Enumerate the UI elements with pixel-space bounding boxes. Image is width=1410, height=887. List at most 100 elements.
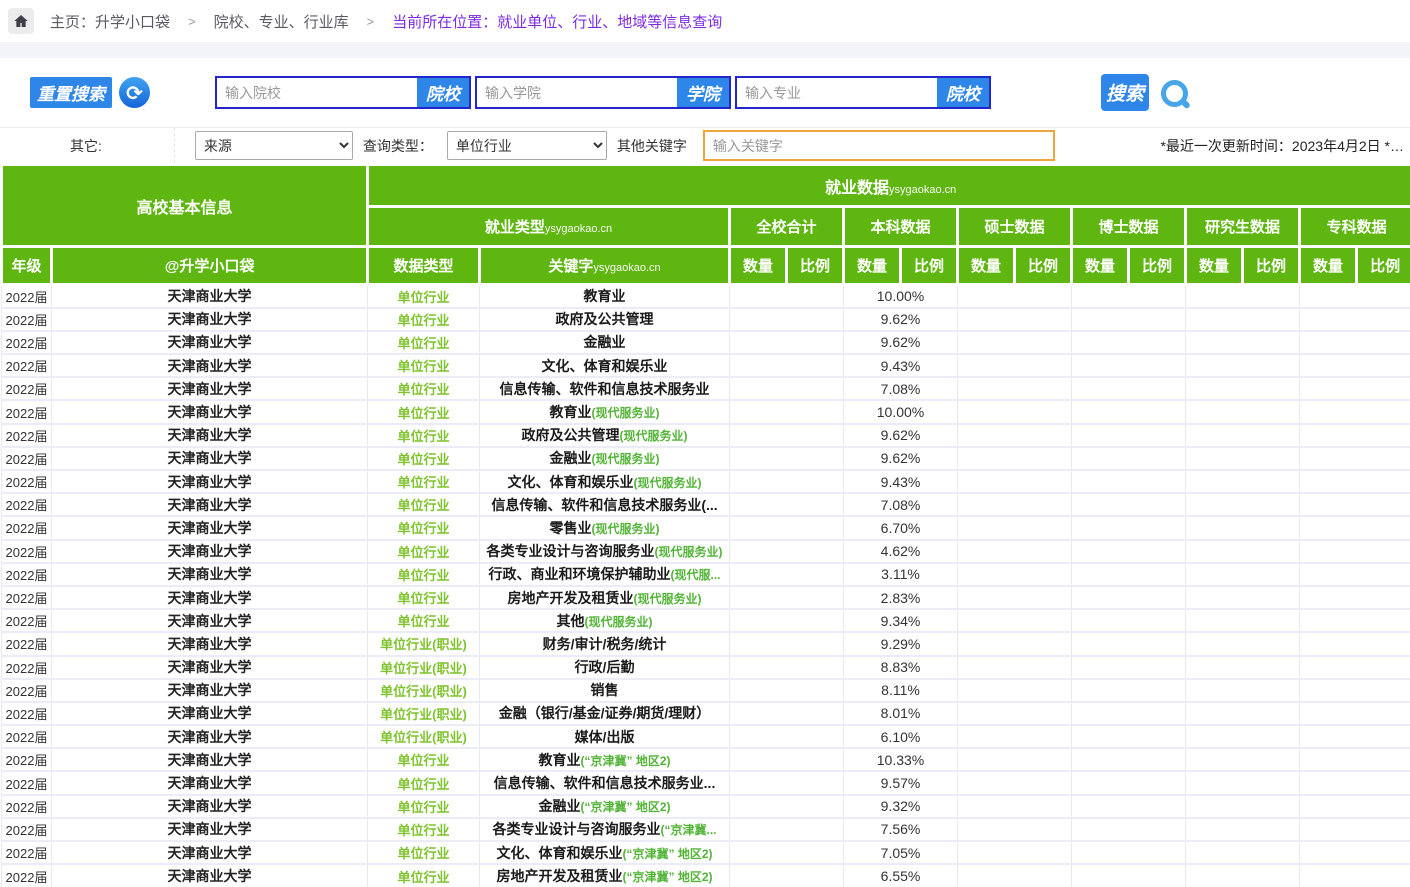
keyword-suffix: (现代服务业): [634, 476, 702, 490]
cell-group-value: [1300, 702, 1410, 725]
cell-keyword: 金融（银行/基金/证券/期货/理财）: [480, 702, 730, 725]
header-group: 博士数据: [1072, 207, 1186, 247]
table-row: 2022届天津商业大学单位行业文化、体育和娱乐业9.43%: [2, 354, 1410, 377]
cell-group-value: [730, 377, 844, 400]
search-icon[interactable]: [1161, 80, 1187, 106]
keyword-suffix: (现代服...: [671, 568, 721, 582]
cell-school: 天津商业大学: [52, 632, 368, 655]
cell-group-value: [1072, 725, 1186, 748]
home-icon[interactable]: [8, 8, 34, 34]
cell-group-value: [1300, 424, 1410, 447]
search-button[interactable]: 搜索: [1101, 74, 1149, 111]
cell-group-value: [730, 609, 844, 632]
cell-group-value: [1186, 771, 1300, 794]
cell-school: 天津商业大学: [52, 841, 368, 864]
cell-group-value: 9.62%: [844, 331, 958, 354]
cell-group-value: 7.08%: [844, 377, 958, 400]
cell-grade: 2022届: [2, 331, 52, 354]
cell-school: 天津商业大学: [52, 586, 368, 609]
cell-data-type: 单位行业: [368, 470, 480, 493]
college-input[interactable]: [217, 78, 417, 107]
cell-school: 天津商业大学: [52, 447, 368, 470]
cell-group-value: 8.83%: [844, 656, 958, 679]
table-row: 2022届天津商业大学单位行业信息传输、软件和信息技术服务业(...7.08%: [2, 493, 1410, 516]
cell-group-value: [1300, 748, 1410, 771]
cell-group-value: [1186, 679, 1300, 702]
table-row: 2022届天津商业大学单位行业文化、体育和娱乐业(“京津冀” 地区2)7.05%: [2, 841, 1410, 864]
cell-school: 天津商业大学: [52, 424, 368, 447]
cell-group-value: 9.62%: [844, 447, 958, 470]
keyword-input[interactable]: [703, 130, 1055, 161]
source-select[interactable]: 来源: [195, 131, 353, 160]
search-row: 重置搜索 ⟳ 院校 学院 院校 搜索: [0, 58, 1410, 127]
cell-group-value: 2.83%: [844, 586, 958, 609]
brand-suffix: ysygaokao.cn: [545, 223, 612, 235]
header-count: 数量: [1072, 247, 1129, 285]
cell-group-value: [958, 447, 1072, 470]
major-button[interactable]: 院校: [937, 78, 989, 107]
cell-group-value: 7.05%: [844, 841, 958, 864]
cell-data-type: 单位行业(职业): [368, 702, 480, 725]
table-row: 2022届天津商业大学单位行业信息传输、软件和信息技术服务业7.08%: [2, 377, 1410, 400]
table-row: 2022届天津商业大学单位行业(职业)媒体/出版6.10%: [2, 725, 1410, 748]
major-input[interactable]: [737, 78, 937, 107]
keyword-suffix: (现代服务业): [592, 522, 660, 536]
table-row: 2022届天津商业大学单位行业金融业(现代服务业)9.62%: [2, 447, 1410, 470]
breadcrumb-home[interactable]: 主页：升学小口袋: [50, 11, 170, 32]
table-header-row-1: 高校基本信息 就业数据ysygaokao.cn: [2, 165, 1410, 207]
cell-group-value: [1072, 586, 1186, 609]
header-basic-info: 高校基本信息: [2, 165, 368, 247]
cell-keyword: 其他(现代服务业): [480, 609, 730, 632]
cell-group-value: 6.10%: [844, 725, 958, 748]
cell-group-value: [730, 470, 844, 493]
cell-group-value: [1300, 447, 1410, 470]
keyword-suffix: (现代服务业): [620, 429, 688, 443]
cell-group-value: [730, 563, 844, 586]
cell-keyword: 信息传输、软件和信息技术服务业(...: [480, 493, 730, 516]
cell-keyword: 各类专业设计与咨询服务业(“京津冀...: [480, 818, 730, 841]
breadcrumb: 主页：升学小口袋 > 院校、专业、行业库 > 当前所在位置：就业单位、行业、地域…: [0, 0, 1410, 42]
table-row: 2022届天津商业大学单位行业教育业(现代服务业)10.00%: [2, 400, 1410, 423]
cell-grade: 2022届: [2, 771, 52, 794]
cell-group-value: [730, 308, 844, 331]
cell-data-type: 单位行业(职业): [368, 632, 480, 655]
cell-group-value: [958, 331, 1072, 354]
cell-group-value: [1300, 540, 1410, 563]
cell-data-type: 单位行业: [368, 540, 480, 563]
cell-school: 天津商业大学: [52, 331, 368, 354]
cell-group-value: 9.34%: [844, 609, 958, 632]
school-button[interactable]: 学院: [677, 78, 729, 107]
keyword-suffix: (“京津冀” 地区2): [581, 800, 671, 814]
header-ratio: 比例: [1015, 247, 1072, 285]
cell-group-value: [958, 725, 1072, 748]
breadcrumb-library[interactable]: 院校、专业、行业库: [214, 11, 349, 32]
cell-keyword: 行政、商业和环境保护辅助业(现代服...: [480, 563, 730, 586]
table-row: 2022届天津商业大学单位行业(职业)销售8.11%: [2, 679, 1410, 702]
cell-group-value: [730, 864, 844, 887]
brand-suffix: ysygaokao.cn: [889, 184, 956, 196]
cell-group-value: [730, 679, 844, 702]
cell-group-value: [1300, 864, 1410, 887]
college-button[interactable]: 院校: [417, 78, 469, 107]
cell-group-value: [958, 563, 1072, 586]
school-input[interactable]: [477, 78, 677, 107]
cell-grade: 2022届: [2, 447, 52, 470]
cell-data-type: 单位行业: [368, 447, 480, 470]
header-employment-type-label: 就业类型: [485, 219, 545, 236]
cell-group-value: [1300, 841, 1410, 864]
cell-group-value: [1186, 377, 1300, 400]
reset-search-button[interactable]: 重置搜索: [30, 77, 112, 108]
table-header-row-3: 年级 @升学小口袋 数据类型 关键字ysygaokao.cn 数量比例数量比例数…: [2, 247, 1410, 285]
header-count: 数量: [1186, 247, 1243, 285]
cell-group-value: [730, 771, 844, 794]
refresh-icon[interactable]: ⟳: [119, 77, 150, 108]
cell-group-value: [1186, 864, 1300, 887]
cell-grade: 2022届: [2, 540, 52, 563]
query-type-select[interactable]: 单位行业: [447, 131, 607, 160]
cell-group-value: [1300, 632, 1410, 655]
header-ratio: 比例: [1243, 247, 1300, 285]
table-row: 2022届天津商业大学单位行业教育业10.00%: [2, 285, 1410, 308]
other-label: 其它:: [70, 128, 175, 163]
cell-data-type: 单位行业: [368, 493, 480, 516]
cell-group-value: [958, 516, 1072, 539]
